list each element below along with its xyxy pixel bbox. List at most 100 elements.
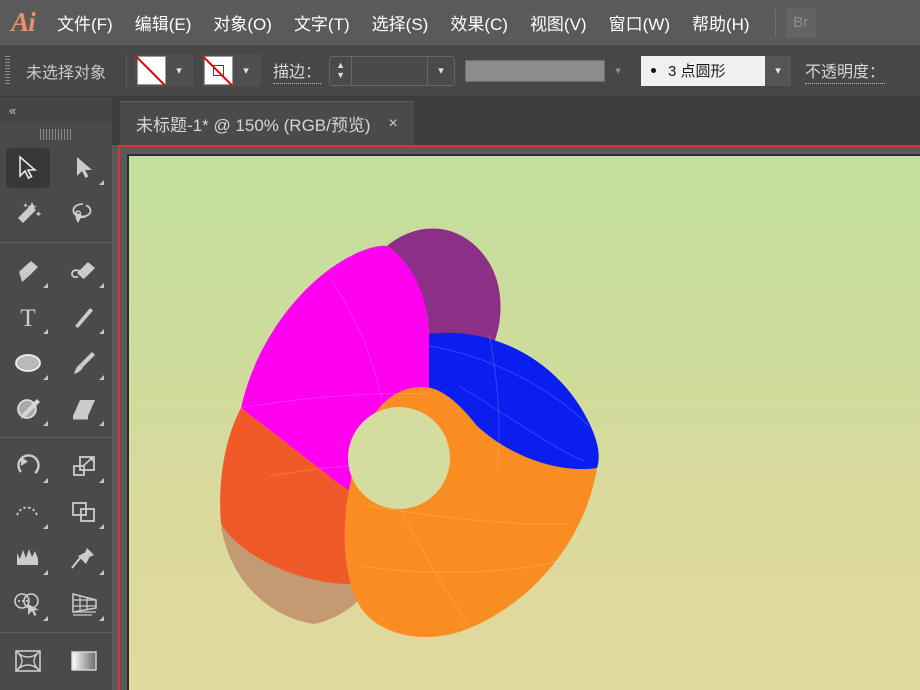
variable-width-profile-control[interactable]: ▾ (465, 59, 631, 83)
bridge-icon[interactable]: Br (785, 7, 816, 38)
selection-status-label: 未选择对象 (26, 64, 107, 82)
tool-eraser[interactable] (56, 386, 112, 432)
fill-chevron-down-icon[interactable]: ▾ (166, 56, 192, 85)
illustrator-window: Ai 文件(F) 编辑(E) 对象(O) 文字(T) 选择(S) 效果(C) 视… (0, 0, 920, 690)
tool-ellipse[interactable] (0, 340, 56, 386)
tool-flyout-indicator[interactable] (99, 478, 104, 483)
fill-color-control[interactable]: ▾ (135, 54, 195, 87)
tool-flyout-indicator[interactable] (99, 524, 104, 529)
tool-type[interactable]: T (0, 294, 56, 340)
tool-width[interactable] (0, 489, 56, 535)
tool-lasso[interactable] (56, 191, 112, 237)
brush-definition-value[interactable]: 3 点圆形 (641, 55, 766, 86)
tool-flyout-indicator[interactable] (43, 375, 48, 380)
menu-edit[interactable]: 编辑(E) (124, 0, 203, 45)
tool-gradient[interactable] (56, 638, 112, 684)
tool-live-paint-bucket[interactable] (56, 684, 112, 690)
tool-flyout-indicator[interactable] (43, 329, 48, 334)
variable-width-preview[interactable] (465, 59, 606, 82)
tool-flyout-indicator[interactable] (99, 375, 104, 380)
tool-free-distort[interactable] (0, 535, 56, 581)
tool-flyout-indicator[interactable] (99, 329, 104, 334)
brush-dot-icon (651, 68, 657, 73)
stroke-chevron-down-icon[interactable]: ▾ (233, 56, 259, 85)
variable-width-chevron-down-icon[interactable]: ▾ (605, 59, 631, 83)
brush-definition-control[interactable]: 3 点圆形 ▾ (641, 55, 792, 86)
tool-perspective-grid[interactable] (56, 581, 112, 627)
tool-line-segment[interactable] (56, 294, 112, 340)
menu-help[interactable]: 帮助(H) (681, 0, 761, 45)
tools-grid: T (0, 145, 112, 690)
tool-flyout-indicator[interactable] (43, 616, 48, 621)
menu-bar: Ai 文件(F) 编辑(E) 对象(O) 文字(T) 选择(S) 效果(C) 视… (0, 0, 920, 45)
stepper-up-icon[interactable]: ▲ (336, 61, 345, 70)
menu-select[interactable]: 选择(S) (361, 0, 440, 45)
artboard-canvas[interactable] (129, 156, 920, 690)
opacity-label[interactable]: 不透明度： (805, 58, 886, 84)
shape-builder-icon (72, 502, 95, 522)
brush-definition-label: 3 点圆形 (668, 63, 726, 80)
document-tab-bar: 未标题-1* @ 150% (RGB/预览) × (112, 97, 920, 145)
tool-direct-selection[interactable] (56, 145, 112, 191)
menu-window[interactable]: 窗口(W) (598, 0, 681, 45)
width-icon (16, 506, 38, 516)
tools-panel-grip[interactable] (0, 123, 112, 145)
shaper-icon (17, 399, 40, 419)
stroke-color-control[interactable]: ▾ (202, 54, 262, 87)
menu-divider (774, 8, 776, 37)
tool-flyout-indicator[interactable] (43, 283, 48, 288)
tool-rotate[interactable] (0, 443, 56, 489)
blend-icon (14, 593, 39, 616)
tool-mesh[interactable] (0, 638, 56, 684)
stroke-weight-stepper[interactable]: ▲ ▼ (330, 56, 353, 85)
menu-effect[interactable]: 效果(C) (439, 0, 519, 45)
stepper-down-icon[interactable]: ▼ (336, 71, 345, 80)
tool-flyout-indicator[interactable] (99, 283, 104, 288)
tool-blend[interactable] (0, 581, 56, 627)
stroke-weight-control[interactable]: ▲ ▼ ▾ (329, 55, 456, 86)
tool-flyout-indicator[interactable] (99, 616, 104, 621)
close-icon[interactable]: × (389, 115, 398, 133)
tool-flyout-indicator[interactable] (43, 524, 48, 529)
tool-puppet-warp[interactable] (56, 535, 112, 581)
lasso-icon (72, 203, 92, 223)
tool-magic-wand[interactable] (0, 191, 56, 237)
brush-definition-chevron-down-icon[interactable]: ▾ (765, 55, 792, 86)
canvas-area[interactable] (112, 145, 920, 690)
tool-paintbrush[interactable] (56, 340, 112, 386)
line-segment-icon (75, 308, 93, 328)
stroke-weight-chevron-down-icon[interactable]: ▾ (428, 57, 454, 85)
svg-text:T: T (20, 305, 35, 330)
stroke-swatch-none-icon[interactable] (204, 56, 234, 85)
tools-divider (0, 437, 112, 438)
tool-flyout-indicator[interactable] (99, 570, 104, 575)
stroke-weight-label[interactable]: 描边： (273, 58, 322, 84)
tool-pen[interactable] (0, 248, 56, 294)
menu-object[interactable]: 对象(O) (202, 0, 283, 45)
tools-panel: « T (0, 97, 112, 690)
selection-arrow-icon (19, 155, 38, 180)
tool-eyedropper[interactable] (0, 684, 56, 690)
tool-flyout-indicator[interactable] (99, 180, 104, 185)
tool-flyout-indicator[interactable] (43, 421, 48, 426)
tool-flyout-indicator[interactable] (99, 421, 104, 426)
tool-scale[interactable] (56, 443, 112, 489)
document-tab[interactable]: 未标题-1* @ 150% (RGB/预览) × (120, 101, 414, 145)
tool-curvature[interactable] (56, 248, 112, 294)
control-bar-divider (126, 53, 128, 88)
tools-panel-collapse-button[interactable]: « (0, 97, 112, 123)
stroke-weight-input[interactable] (352, 56, 429, 85)
fill-swatch-none-icon[interactable] (137, 56, 167, 85)
menu-type[interactable]: 文字(T) (283, 0, 361, 45)
eraser-icon (73, 400, 95, 420)
menu-view[interactable]: 视图(V) (519, 0, 598, 45)
scale-icon (73, 456, 95, 476)
menu-file[interactable]: 文件(F) (46, 0, 124, 45)
control-bar-grip[interactable] (0, 45, 14, 97)
ellipse-icon (15, 354, 41, 372)
tool-selection[interactable] (0, 145, 56, 191)
tool-shaper[interactable] (0, 386, 56, 432)
tool-shape-builder[interactable] (56, 489, 112, 535)
tool-flyout-indicator[interactable] (43, 478, 48, 483)
tool-flyout-indicator[interactable] (43, 570, 48, 575)
